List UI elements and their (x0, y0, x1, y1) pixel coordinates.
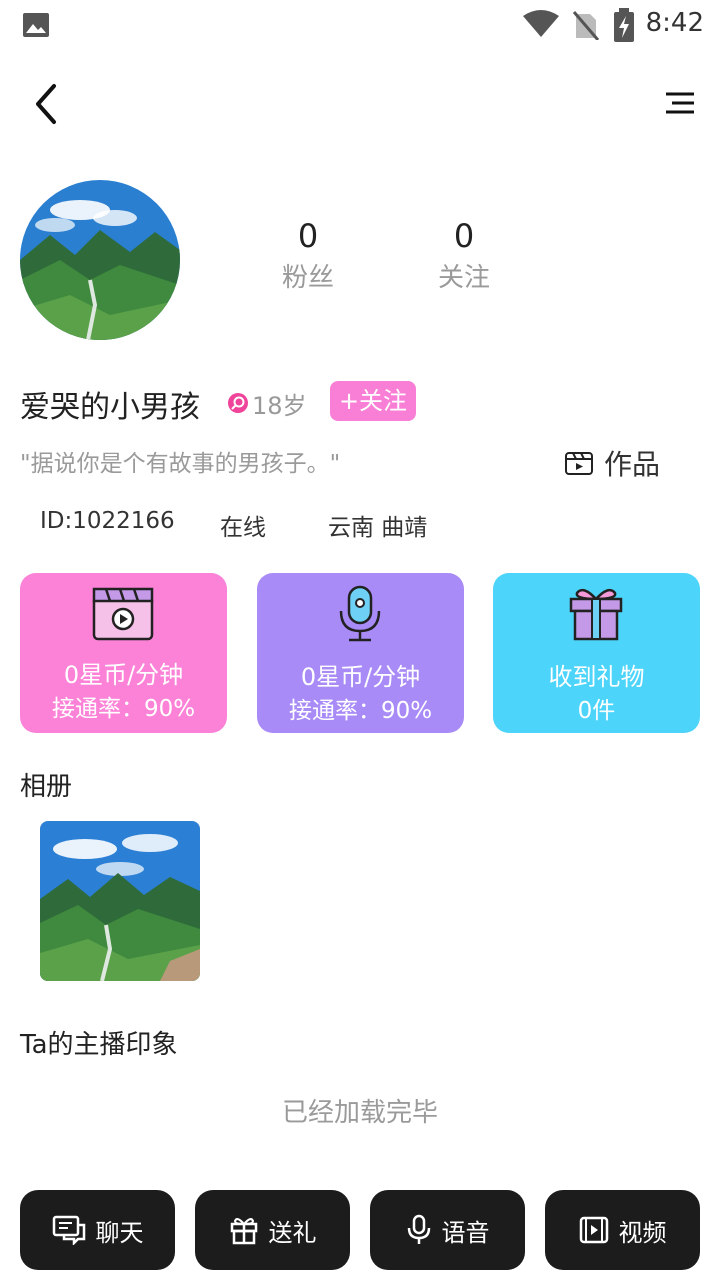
following-label: 关注 (437, 263, 490, 293)
following-count: 0 (453, 217, 475, 255)
impression-title: Ta的主播印象 (20, 1030, 178, 1060)
signature: "据说你是个有故事的男孩子。" (20, 451, 341, 477)
voice-call-card[interactable]: 0星币/分钟 接通率：90% (257, 573, 464, 733)
send-gift-label: 送礼 (268, 1218, 317, 1247)
video-clapper-icon (565, 452, 593, 475)
video-connect-rate: 接通率：90% (51, 696, 196, 722)
user-id: ID:1022166 (40, 508, 175, 534)
video-call-card[interactable]: 0星币/分钟 接通率：90% (20, 573, 227, 733)
voice-rate: 0星币/分钟 (300, 663, 421, 691)
chat-label: 聊天 (95, 1218, 144, 1247)
send-gift-button[interactable]: 送礼 (195, 1190, 350, 1270)
back-button[interactable] (28, 82, 68, 126)
chat-icon (52, 1215, 85, 1245)
gift-card[interactable]: 收到礼物 0件 (493, 573, 700, 733)
voice-connect-rate: 接通率：90% (288, 698, 433, 724)
chevron-left-icon (36, 84, 56, 124)
wifi-icon (523, 10, 559, 37)
chat-button[interactable]: 聊天 (20, 1190, 175, 1270)
microphone-icon (339, 585, 381, 642)
album-photo[interactable] (40, 821, 200, 981)
gift-icon (569, 588, 623, 641)
fans-stat[interactable]: 0 粉丝 (248, 216, 368, 300)
album-title: 相册 (20, 772, 73, 802)
status-time: 8:42 (645, 8, 704, 38)
works-link[interactable]: 作品 (564, 443, 660, 483)
fans-label: 粉丝 (281, 263, 334, 293)
album-image (40, 821, 200, 981)
image-icon (23, 13, 49, 37)
voice-button[interactable]: 语音 (370, 1190, 525, 1270)
no-sim-icon (572, 11, 600, 40)
age-text: 18岁 (252, 391, 307, 420)
status-bar: 8:42 (0, 0, 720, 50)
video-rate: 0星币/分钟 (63, 661, 184, 689)
age-badge: 18岁 (228, 390, 307, 420)
username: 爱哭的小男孩 (20, 390, 200, 425)
loaded-text: 已经加载完毕 (281, 1098, 438, 1128)
video-clapper-icon (92, 587, 154, 641)
gift-count: 0件 (577, 698, 616, 724)
gift-title: 收到礼物 (548, 663, 645, 691)
microphone-icon (407, 1214, 430, 1244)
gift-icon (230, 1218, 257, 1245)
menu-button[interactable] (662, 88, 696, 120)
avatar[interactable] (20, 180, 180, 340)
follow-button[interactable]: +关注 (330, 381, 416, 421)
video-label: 视频 (618, 1218, 667, 1247)
voice-label: 语音 (441, 1218, 490, 1247)
battery-charging-icon (614, 8, 634, 42)
works-label: 作品 (604, 448, 661, 481)
fans-count: 0 (297, 217, 319, 255)
avatar-image (20, 180, 180, 340)
menu-icon (666, 92, 694, 114)
following-stat[interactable]: 0 关注 (404, 216, 524, 300)
video-button[interactable]: 视频 (545, 1190, 700, 1270)
video-icon (579, 1216, 608, 1244)
online-status: 在线 (220, 515, 266, 541)
location: 云南 曲靖 (328, 515, 428, 541)
gender-icon (228, 393, 248, 413)
